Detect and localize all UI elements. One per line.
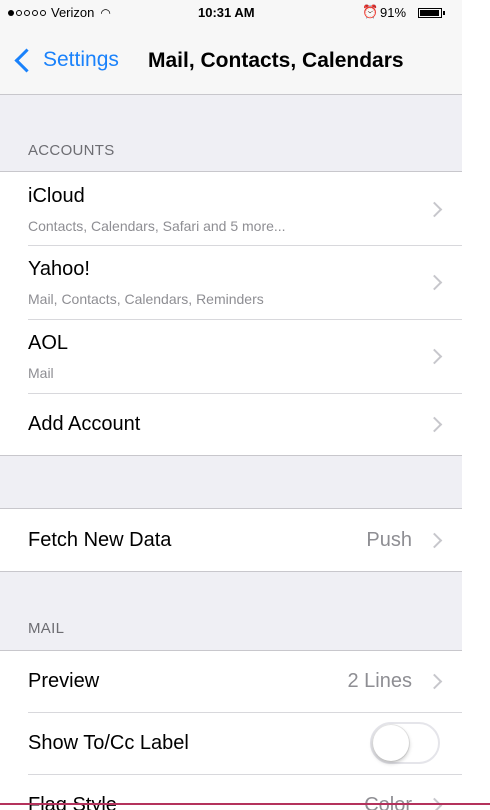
section-header-mail: MAIL: [28, 620, 65, 637]
chevron-right-icon: [426, 274, 443, 291]
account-row-aol[interactable]: AOL Mail: [0, 319, 462, 393]
fetch-new-data-label: Fetch New Data: [28, 529, 172, 551]
account-title: Yahoo!: [28, 258, 90, 280]
account-title: AOL: [28, 332, 69, 354]
account-subtitle: Contacts, Calendars, Safari and 5 more..…: [28, 218, 286, 234]
back-button[interactable]: Settings: [12, 47, 119, 73]
settings-screen: Verizon ◠ 10:31 AM ⏰ 91% Settings Mail, …: [0, 0, 462, 810]
show-tocc-row: Show To/Cc Label: [0, 712, 462, 774]
mail-group: Preview 2 Lines Show To/Cc Label Flag St…: [0, 650, 462, 810]
flag-style-label: Flag Style: [28, 794, 117, 810]
account-row-icloud[interactable]: iCloud Contacts, Calendars, Safari and 5…: [0, 172, 462, 245]
chevron-right-icon: [426, 532, 443, 549]
account-subtitle: Mail: [28, 365, 54, 381]
show-tocc-toggle[interactable]: [370, 722, 440, 764]
accounts-group: iCloud Contacts, Calendars, Safari and 5…: [0, 171, 462, 456]
screen-edge: [462, 0, 490, 810]
back-button-label: Settings: [43, 48, 119, 71]
show-tocc-label: Show To/Cc Label: [28, 732, 189, 754]
preview-value: 2 Lines: [347, 670, 413, 692]
account-row-yahoo[interactable]: Yahoo! Mail, Contacts, Calendars, Remind…: [0, 245, 462, 319]
add-account-label: Add Account: [28, 413, 141, 435]
navigation-bar: Settings Mail, Contacts, Calendars: [0, 24, 462, 95]
carrier-name: Verizon: [51, 5, 95, 20]
section-header-accounts: ACCOUNTS: [28, 142, 115, 159]
page-title: Mail, Contacts, Calendars: [148, 49, 404, 72]
chevron-right-icon: [426, 201, 443, 218]
status-bar: Verizon ◠ 10:31 AM ⏰ 91%: [0, 0, 462, 24]
wifi-icon: ◠: [100, 5, 111, 20]
preview-label: Preview: [28, 670, 100, 692]
battery-icon: [418, 8, 445, 18]
flag-style-value: Color: [364, 794, 412, 810]
chevron-right-icon: [426, 673, 443, 690]
account-title: iCloud: [28, 185, 85, 207]
fetch-new-data-row[interactable]: Fetch New Data Push: [0, 509, 462, 571]
chevron-right-icon: [426, 416, 443, 433]
battery-percent: 91%: [380, 5, 407, 20]
toggle-knob: [373, 725, 409, 761]
back-chevron-icon: [14, 47, 39, 73]
divider-line: [0, 803, 490, 805]
status-time: 10:31 AM: [198, 5, 255, 20]
account-subtitle: Mail, Contacts, Calendars, Reminders: [28, 291, 264, 307]
signal-strength-icon: Verizon ◠: [8, 5, 111, 20]
chevron-right-icon: [426, 348, 443, 365]
add-account-row[interactable]: Add Account: [0, 393, 462, 455]
preview-row[interactable]: Preview 2 Lines: [0, 651, 462, 712]
alarm-icon: ⏰: [362, 4, 379, 19]
fetch-group: Fetch New Data Push: [0, 508, 462, 572]
fetch-new-data-value: Push: [366, 529, 412, 551]
